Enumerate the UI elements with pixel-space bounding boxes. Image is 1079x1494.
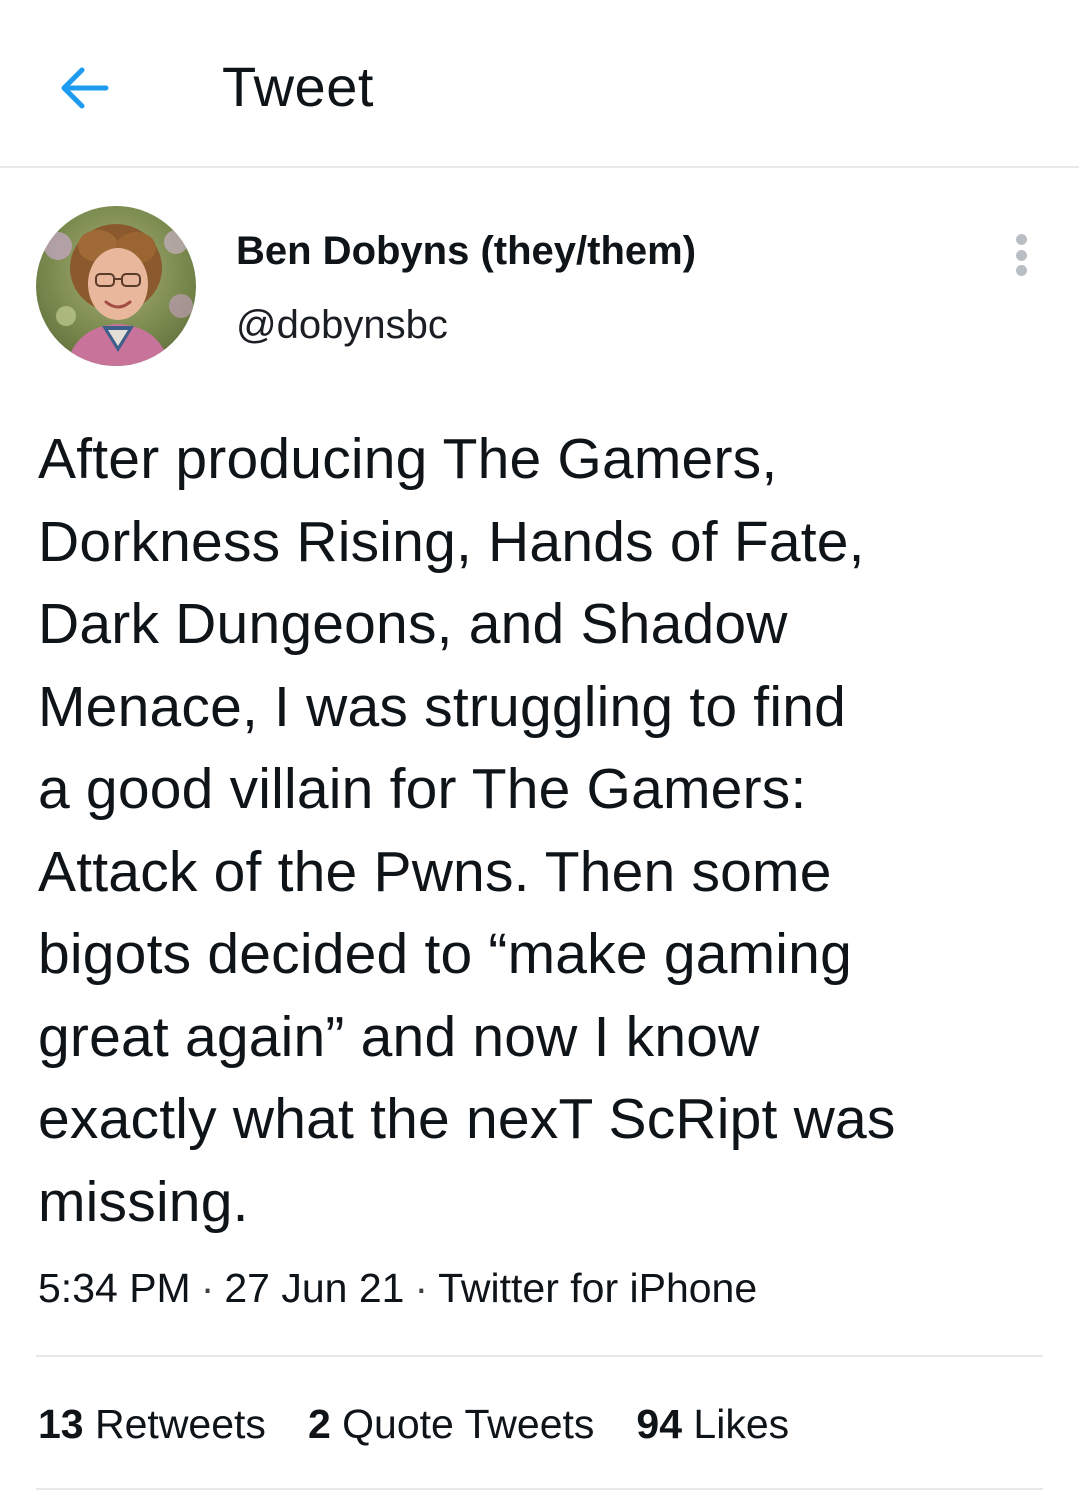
tweet-source[interactable]: Twitter for iPhone [438, 1265, 757, 1311]
avatar[interactable] [36, 206, 196, 366]
avatar-image [36, 206, 196, 366]
top-app-bar: Tweet [0, 0, 1079, 168]
retweets-count: 13 [38, 1401, 84, 1447]
tweet-time[interactable]: 5:34 PM [38, 1265, 191, 1311]
tweet-date[interactable]: 27 Jun 21 [224, 1265, 404, 1311]
ellipsis-dot [1015, 265, 1027, 276]
author-display-name[interactable]: Ben Dobyns (they/them) [236, 226, 696, 276]
author-handle[interactable]: @dobynsbc [236, 300, 448, 350]
quote-tweets-stat[interactable]: 2 Quote Tweets [308, 1398, 594, 1450]
ellipsis-dot [1015, 249, 1027, 261]
divider [36, 1488, 1043, 1490]
likes-label: Likes [693, 1401, 790, 1447]
tweet-text: After producing The Gamers, Dorkness Ris… [38, 427, 896, 1234]
tweet-meta: 5:34 PM · 27 Jun 21 · Twitter for iPhone [38, 1262, 757, 1314]
arrow-left-icon [61, 67, 109, 109]
retweets-label: Retweets [95, 1401, 266, 1447]
vertical-ellipsis-icon [1015, 234, 1027, 245]
retweets-stat[interactable]: 13 Retweets [38, 1398, 266, 1450]
meta-separator: · [200, 1265, 215, 1311]
more-options-button[interactable] [1004, 228, 1038, 282]
likes-count: 94 [636, 1401, 682, 1447]
page-title: Tweet [222, 55, 374, 118]
back-button[interactable] [52, 60, 116, 116]
quotes-label: Quote Tweets [342, 1401, 595, 1447]
likes-stat[interactable]: 94 Likes [636, 1398, 789, 1450]
meta-separator: · [414, 1265, 429, 1311]
quotes-count: 2 [307, 1401, 331, 1447]
engagement-stats: 13 Retweets 2 Quote Tweets 94 Likes [38, 1398, 831, 1450]
divider [36, 1355, 1043, 1357]
